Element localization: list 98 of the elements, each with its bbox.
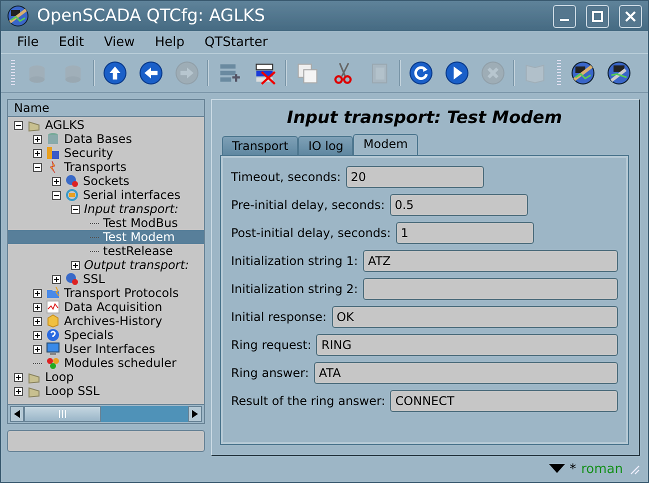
tree-item[interactable]: Transport Protocols: [8, 286, 204, 300]
tree-item[interactable]: Specials: [8, 328, 204, 342]
tree-item[interactable]: Modules scheduler: [8, 356, 204, 370]
tree-item[interactable]: Data Bases: [8, 132, 204, 146]
collapse-icon[interactable]: [52, 190, 61, 200]
horizontal-scrollbar[interactable]: [8, 404, 204, 423]
window-title: OpenSCADA QTCfg: AGLKS: [37, 6, 266, 26]
column-header[interactable]: Name: [8, 100, 204, 117]
dropdown-icon[interactable]: [548, 464, 565, 474]
input-field[interactable]: 0.5: [390, 194, 528, 216]
stop-icon: [481, 61, 505, 85]
input-field[interactable]: 1: [396, 222, 534, 244]
field-label: Initialization string 2:: [231, 282, 358, 296]
app-icon: [7, 5, 29, 27]
start-icon: [445, 61, 469, 85]
input-field[interactable]: ATZ: [362, 250, 618, 272]
tab[interactable]: Transport: [222, 136, 298, 155]
refresh-icon: [409, 61, 433, 85]
tree-item[interactable]: Security: [8, 146, 204, 160]
monitor-icon: [46, 342, 60, 356]
up-icon: [103, 61, 127, 85]
help-icon: [46, 328, 60, 342]
back-icon: [139, 61, 163, 85]
tree-item[interactable]: Data Acquisition: [8, 300, 204, 314]
field-label: Initialization string 1:: [231, 254, 358, 268]
menu-item[interactable]: Help: [144, 34, 194, 50]
input-field[interactable]: 20: [346, 166, 484, 188]
tree-item[interactable]: testRelease: [8, 244, 204, 258]
serial-icon: [65, 188, 79, 202]
input-field[interactable]: OK: [332, 306, 618, 328]
input-field[interactable]: [362, 278, 618, 300]
expand-icon[interactable]: [33, 330, 42, 340]
tree-item[interactable]: Loop: [8, 370, 204, 384]
tree-item[interactable]: AGLKS: [8, 118, 204, 132]
minimize-icon: [560, 19, 569, 21]
tab[interactable]: IO log: [298, 136, 354, 155]
menu-item[interactable]: QTStarter: [194, 34, 278, 50]
modified-mark: *: [570, 462, 576, 476]
security-icon: [46, 146, 60, 160]
expand-icon[interactable]: [14, 386, 23, 396]
input-field[interactable]: RING: [316, 334, 618, 356]
expand-icon[interactable]: [33, 134, 42, 144]
tree-item[interactable]: Transports: [8, 160, 204, 174]
page-title: Input transport: Test Modem: [286, 108, 564, 128]
input-field[interactable]: ATA: [314, 362, 618, 384]
minimize-button[interactable]: [553, 4, 576, 28]
expand-icon[interactable]: [33, 316, 42, 326]
close-button[interactable]: [619, 4, 642, 28]
module-icon: [65, 174, 79, 188]
tree-item[interactable]: Serial interfaces: [8, 188, 204, 202]
station-config-icon: [607, 61, 631, 85]
module-icon: [65, 272, 79, 286]
close-icon: [625, 10, 636, 22]
folder-icon: [46, 286, 60, 300]
field-label: Initial response:: [231, 310, 327, 324]
tree-item[interactable]: Sockets: [8, 174, 204, 188]
tree-item[interactable]: Archives-History: [8, 314, 204, 328]
expand-icon[interactable]: [52, 274, 61, 284]
balls-icon: [46, 356, 60, 370]
chart-icon: [46, 300, 60, 314]
menu-item[interactable]: File: [7, 34, 49, 50]
collapse-icon[interactable]: [33, 162, 42, 172]
scroll-left-icon[interactable]: [10, 406, 24, 422]
expand-icon[interactable]: [33, 288, 42, 298]
field-label: Result of the ring answer:: [231, 394, 386, 408]
field-label: Pre-initial delay, seconds:: [231, 198, 385, 212]
tree-item[interactable]: Test ModBus: [8, 216, 204, 230]
expand-icon[interactable]: [33, 344, 42, 354]
tree-item[interactable]: Output transport:: [8, 258, 204, 272]
field-label: Ring request:: [231, 338, 312, 352]
copy-icon: [295, 61, 319, 85]
field-label: Post-initial delay, seconds:: [231, 226, 391, 240]
delete-icon: [253, 61, 277, 85]
maximize-button[interactable]: [586, 4, 609, 28]
tree-item[interactable]: SSL: [8, 272, 204, 286]
expand-icon[interactable]: [71, 260, 80, 270]
expand-icon[interactable]: [33, 302, 42, 312]
collapse-icon[interactable]: [14, 120, 23, 130]
db-icon: [46, 132, 60, 146]
collapse-icon[interactable]: [71, 204, 80, 214]
forward-icon: [175, 61, 199, 85]
expand-icon[interactable]: [33, 148, 42, 158]
tree-item[interactable]: User Interfaces: [8, 342, 204, 356]
archive-icon: [46, 314, 60, 328]
maximize-icon: [592, 10, 603, 22]
field-label: Timeout, seconds:: [231, 170, 341, 184]
resize-grip-icon[interactable]: [628, 463, 640, 475]
input-field[interactable]: CONNECT: [390, 390, 618, 412]
expand-icon[interactable]: [14, 372, 23, 382]
tree-item[interactable]: Test Modem: [8, 230, 204, 244]
tree-item[interactable]: Input transport:: [8, 202, 204, 216]
expand-icon[interactable]: [52, 176, 61, 186]
tab[interactable]: Modem: [353, 134, 418, 155]
scroll-right-icon[interactable]: [188, 406, 202, 422]
tree-item[interactable]: Loop SSL: [8, 384, 204, 398]
menu-item[interactable]: Edit: [48, 34, 94, 50]
field-label: Ring answer:: [231, 366, 309, 380]
menu-item[interactable]: View: [94, 34, 145, 50]
